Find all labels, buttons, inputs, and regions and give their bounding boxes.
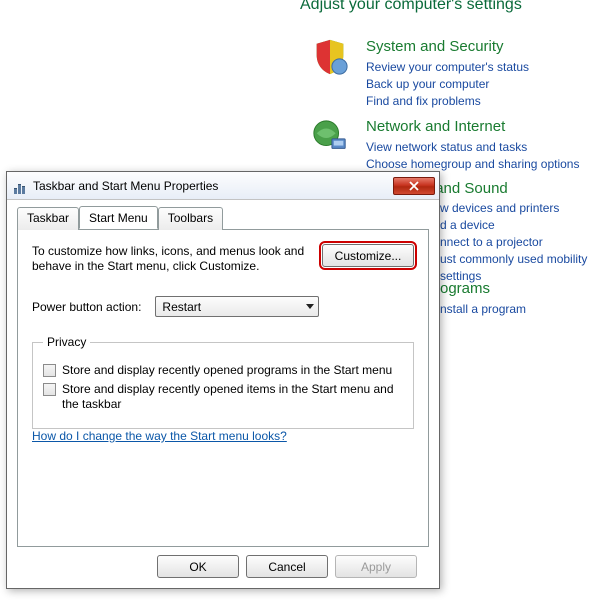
tab-taskbar[interactable]: Taskbar (17, 207, 79, 230)
help-link[interactable]: How do I change the way the Start menu l… (32, 429, 287, 443)
link-devices-printers[interactable]: w devices and printers (440, 200, 600, 217)
checkbox-recent-programs-label: Store and display recently opened progra… (62, 363, 392, 378)
link-uninstall[interactable]: nstall a program (440, 301, 600, 318)
link-network-status[interactable]: View network status and tasks (366, 139, 591, 156)
apply-button: Apply (335, 555, 417, 578)
customize-description: To customize how links, icons, and menus… (32, 244, 306, 274)
cancel-button[interactable]: Cancel (246, 555, 328, 578)
checkbox-recent-programs[interactable] (43, 364, 56, 377)
dialog-title: Taskbar and Start Menu Properties (33, 179, 393, 193)
titlebar[interactable]: Taskbar and Start Menu Properties (7, 172, 439, 200)
privacy-legend: Privacy (43, 335, 90, 349)
tab-panel: To customize how links, icons, and menus… (17, 229, 429, 547)
taskbar-properties-dialog: Taskbar and Start Menu Properties Taskba… (6, 171, 440, 589)
power-button-label: Power button action: (32, 300, 141, 314)
close-button[interactable] (393, 177, 435, 195)
customize-button[interactable]: Customize... (322, 244, 414, 267)
control-panel-heading: Adjust your computer's settings (300, 0, 522, 14)
link-add-device[interactable]: d a device (440, 217, 600, 234)
power-button-value: Restart (162, 300, 201, 314)
link-find-fix[interactable]: Find and fix problems (366, 93, 591, 110)
ok-button[interactable]: OK (157, 555, 239, 578)
section-title-system-security[interactable]: System and Security (366, 38, 591, 55)
section-title-programs[interactable]: ograms (440, 280, 600, 297)
chevron-down-icon (306, 304, 314, 309)
link-projector[interactable]: nnect to a projector (440, 234, 600, 251)
section-title-network[interactable]: Network and Internet (366, 118, 591, 135)
tab-toolbars[interactable]: Toolbars (158, 207, 223, 230)
checkbox-recent-items[interactable] (43, 383, 56, 396)
globe-icon (311, 118, 349, 156)
privacy-group: Privacy Store and display recently opene… (32, 335, 414, 429)
tab-start-menu[interactable]: Start Menu (79, 206, 158, 229)
link-backup[interactable]: Back up your computer (366, 76, 591, 93)
checkbox-recent-items-label: Store and display recently opened items … (62, 382, 403, 412)
shield-icon (311, 38, 349, 76)
tabstrip: Taskbar Start Menu Toolbars (17, 206, 429, 229)
link-review-status[interactable]: Review your computer's status (366, 59, 591, 76)
window-icon (11, 178, 27, 194)
power-button-dropdown[interactable]: Restart (155, 296, 319, 317)
